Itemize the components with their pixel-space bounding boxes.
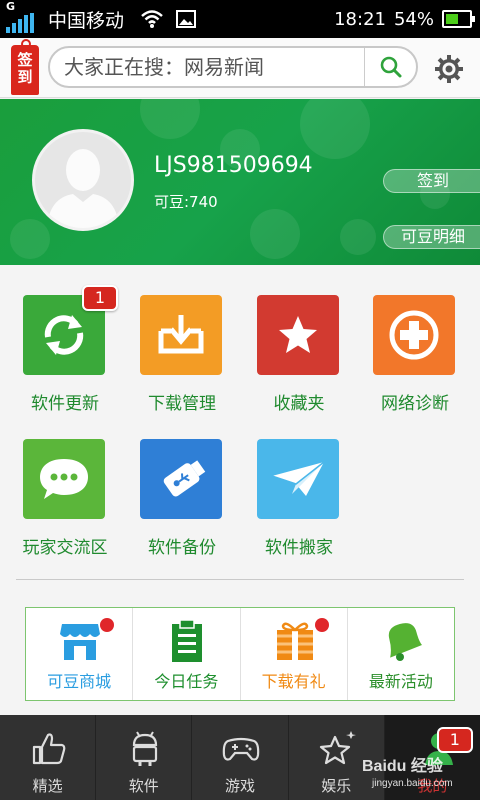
tab-featured[interactable]: 精选 (0, 715, 97, 800)
new-dot (100, 618, 114, 632)
carrier-name: 中国移动 (48, 9, 125, 32)
usb-drive-icon (140, 439, 222, 519)
tab-label: 精选 (32, 777, 63, 795)
clipboard-icon (172, 620, 203, 662)
watermark-url: jingyan.baidu.com (372, 778, 453, 789)
software-move-tile[interactable]: 软件搬家 (234, 409, 364, 558)
daily-tasks-button[interactable]: 今日任务 (133, 608, 241, 700)
watermark-brand: Baidu 经验 (362, 758, 443, 775)
profile-banner: LJS981509694 可豆:740 签到 可豆明细 (0, 99, 480, 265)
chat-bubble-icon (23, 439, 105, 519)
quick-label: 下载有礼 (261, 672, 326, 691)
search-header: 签到 (0, 38, 480, 98)
search-button[interactable] (364, 48, 416, 86)
star-icon (257, 295, 339, 375)
favorites-tile[interactable]: 收藏夹 (234, 265, 364, 414)
status-bar: G 中国移动 18:21 54% (0, 0, 480, 38)
avatar[interactable] (32, 129, 134, 231)
wifi-icon (141, 10, 163, 28)
player-forum-tile[interactable]: 玩家交流区 (0, 409, 130, 558)
tab-software[interactable]: 软件 (96, 715, 193, 800)
quick-label: 今日任务 (154, 672, 219, 691)
latest-events-button[interactable]: 最新活动 (348, 608, 454, 700)
search-box[interactable] (48, 46, 418, 88)
feature-grid: 1 软件更新 下载管理 收藏夹 网络诊断 玩家交流区 软件备份 软件搬家 可豆商… (0, 265, 480, 715)
network-diagnosis-tile[interactable]: 网络诊断 (350, 265, 480, 414)
image-icon (176, 10, 197, 28)
baidu-jingyan-watermark: Baidu 经验 jingyan.baidu.com (362, 744, 480, 800)
software-backup-tile[interactable]: 软件备份 (117, 409, 247, 558)
points-detail-button[interactable]: 可豆明细 (383, 225, 480, 249)
tab-games[interactable]: 游戏 (192, 715, 289, 800)
tab-label: 游戏 (225, 777, 256, 795)
thumbs-up-icon (32, 733, 66, 765)
quick-label: 最新活动 (368, 672, 433, 691)
search-icon (380, 56, 401, 78)
paper-plane-icon (257, 439, 339, 519)
sign-in-tag-button[interactable]: 签到 (11, 39, 39, 95)
shop-icon (60, 624, 100, 660)
divider (16, 579, 464, 580)
tile-label: 网络诊断 (381, 394, 449, 414)
battery-icon (442, 10, 475, 28)
star-sparkle-icon (319, 731, 356, 765)
user-silhouette-icon (47, 149, 119, 228)
android-icon (133, 731, 158, 766)
signal-icon (6, 13, 34, 33)
username: LJS981509694 (154, 153, 313, 178)
points-mall-button[interactable]: 可豆商城 (26, 608, 134, 700)
battery-percent: 54% (393, 8, 434, 30)
gamepad-icon (223, 737, 260, 761)
gift-icon (276, 622, 313, 660)
clock: 18:21 (334, 8, 386, 30)
search-input[interactable] (64, 48, 354, 86)
bell-icon (388, 623, 422, 661)
download-manager-tile[interactable]: 下载管理 (117, 265, 247, 414)
download-tray-icon (140, 295, 222, 375)
medical-cross-icon (373, 295, 455, 375)
checkin-button[interactable]: 签到 (383, 169, 480, 193)
download-gift-button[interactable]: 下载有礼 (241, 608, 348, 700)
quick-actions-bar: 可豆商城 今日任务 下载有礼 最新活动 (25, 607, 455, 701)
new-dot (314, 618, 329, 632)
tile-label: 软件搬家 (265, 538, 333, 558)
update-count-badge: 1 (82, 285, 118, 311)
gear-icon[interactable] (434, 54, 464, 84)
tile-label: 玩家交流区 (22, 538, 108, 558)
tile-label: 软件备份 (148, 538, 216, 558)
quick-label: 可豆商城 (47, 672, 112, 691)
tab-label: 软件 (128, 777, 159, 795)
points-balance: 可豆:740 (154, 193, 218, 211)
software-update-tile[interactable]: 1 软件更新 (0, 265, 130, 414)
